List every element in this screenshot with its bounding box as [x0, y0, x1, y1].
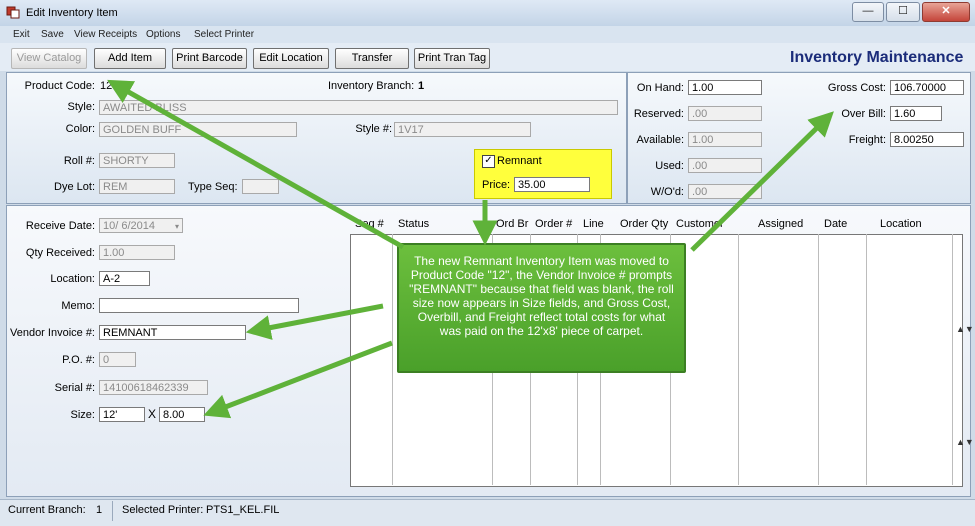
- memo-field[interactable]: [99, 298, 299, 313]
- wod-label: W/O'd:: [650, 186, 684, 198]
- column-header-order-qty[interactable]: Order Qty: [620, 218, 668, 230]
- size-length-field[interactable]: 8.00: [159, 407, 205, 422]
- size-separator: X: [148, 407, 157, 421]
- reserved-field[interactable]: .00: [688, 106, 762, 121]
- print-tran-tag-button[interactable]: Print Tran Tag: [414, 48, 490, 69]
- roll-label: Roll #:: [63, 155, 95, 167]
- column-header-location[interactable]: Location: [880, 218, 922, 230]
- print-barcode-button[interactable]: Print Barcode: [172, 48, 247, 69]
- inventory-branch-value: 1: [418, 80, 425, 92]
- price-field[interactable]: 35.00: [514, 177, 590, 192]
- grid-divider: [866, 234, 867, 485]
- grid-divider: [738, 234, 739, 485]
- view-catalog-button[interactable]: View Catalog: [11, 48, 87, 69]
- add-item-button[interactable]: Add Item: [94, 48, 166, 69]
- available-label: Available:: [636, 134, 685, 146]
- serial-field[interactable]: 14100618462339: [99, 380, 208, 395]
- size-label: Size:: [70, 409, 95, 421]
- scroll-down-icon[interactable]: ▲▼: [956, 437, 974, 447]
- menu-options[interactable]: Options: [146, 29, 180, 40]
- on-hand-label: On Hand:: [636, 82, 684, 94]
- qty-received-label: Qty Received:: [25, 247, 95, 259]
- edit-location-button[interactable]: Edit Location: [253, 48, 329, 69]
- dye-lot-field[interactable]: REM: [99, 179, 175, 194]
- vendor-invoice-field[interactable]: REMNANT: [99, 325, 246, 340]
- product-code-value: 12: [100, 80, 113, 92]
- memo-label: Memo:: [61, 300, 95, 312]
- grid-divider: [818, 234, 819, 485]
- transfer-button[interactable]: Transfer: [335, 48, 409, 69]
- used-field[interactable]: .00: [688, 158, 762, 173]
- receive-date-value: 10/ 6/2014: [103, 220, 155, 232]
- maximize-button[interactable]: ☐: [886, 2, 920, 22]
- freight-field[interactable]: 8.00250: [890, 132, 964, 147]
- menu-view-receipts[interactable]: View Receipts: [74, 29, 137, 40]
- type-seq-label: Type Seq:: [188, 181, 238, 193]
- style-field[interactable]: AWAITED BLISS: [99, 100, 618, 115]
- vendor-invoice-label: Vendor Invoice #:: [9, 327, 95, 339]
- grid-divider: [952, 234, 953, 485]
- menu-save[interactable]: Save: [41, 29, 64, 40]
- selected-printer-value: PTS1_KEL.FIL: [206, 504, 280, 516]
- po-field[interactable]: 0: [99, 352, 136, 367]
- available-field[interactable]: 1.00: [688, 132, 762, 147]
- dropdown-arrow-icon[interactable]: ▾: [175, 219, 179, 232]
- column-header-customer[interactable]: Customer: [676, 218, 724, 230]
- location-label: Location:: [50, 273, 95, 285]
- app-icon: [6, 6, 20, 19]
- inventory-branch-label: Inventory Branch:: [328, 80, 415, 92]
- current-branch-value: 1: [96, 504, 103, 516]
- po-label: P.O. #:: [62, 354, 95, 366]
- color-field[interactable]: GOLDEN BUFF: [99, 122, 297, 137]
- window-title: Edit Inventory Item: [26, 7, 118, 19]
- receive-date-field[interactable]: 10/ 6/2014 ▾: [99, 218, 183, 233]
- page-title: Inventory Maintenance: [790, 49, 964, 66]
- product-code-label: Product Code:: [24, 80, 95, 92]
- gross-cost-field[interactable]: 106.70000: [890, 80, 964, 95]
- remnant-checkbox[interactable]: ✓: [482, 155, 495, 168]
- qty-received-field[interactable]: 1.00: [99, 245, 175, 260]
- reserved-label: Reserved:: [633, 108, 684, 120]
- annotation-callout: The new Remnant Inventory Item was moved…: [397, 243, 686, 373]
- column-header-order-number[interactable]: Order #: [535, 218, 572, 230]
- over-bill-label: Over Bill:: [841, 108, 886, 120]
- column-header-line[interactable]: Line: [583, 218, 604, 230]
- roll-field[interactable]: SHORTY: [99, 153, 175, 168]
- location-field[interactable]: A-2: [99, 271, 150, 286]
- minimize-button[interactable]: —: [852, 2, 884, 22]
- column-header-date[interactable]: Date: [824, 218, 847, 230]
- style-number-label: Style #:: [355, 123, 392, 135]
- gross-cost-label: Gross Cost:: [827, 82, 886, 94]
- column-header-seq[interactable]: Seq #: [355, 218, 384, 230]
- scroll-up-icon[interactable]: ▲▼: [956, 324, 974, 334]
- selected-printer-label: Selected Printer:: [122, 504, 204, 516]
- type-seq-field[interactable]: [242, 179, 279, 194]
- price-label: Price:: [482, 179, 511, 191]
- freight-label: Freight:: [848, 134, 886, 146]
- grid-divider: [392, 234, 393, 485]
- style-number-field[interactable]: 1V17: [394, 122, 531, 137]
- receive-date-label: Receive Date:: [25, 220, 95, 232]
- column-header-ord-br[interactable]: Ord Br: [496, 218, 528, 230]
- current-branch-label: Current Branch:: [8, 504, 86, 516]
- style-label: Style:: [67, 101, 95, 113]
- column-header-status[interactable]: Status: [398, 218, 429, 230]
- remnant-label: Remnant: [497, 155, 542, 167]
- on-hand-field[interactable]: 1.00: [688, 80, 762, 95]
- wod-field[interactable]: .00: [688, 184, 762, 199]
- size-width-field[interactable]: 12': [99, 407, 145, 422]
- close-button[interactable]: ✕: [922, 2, 970, 22]
- title-bar: [0, 0, 975, 27]
- used-label: Used:: [655, 160, 684, 172]
- menu-select-printer[interactable]: Select Printer: [194, 29, 254, 40]
- dye-lot-label: Dye Lot:: [54, 181, 95, 193]
- color-label: Color:: [65, 123, 95, 135]
- over-bill-field[interactable]: 1.60: [890, 106, 942, 121]
- status-divider: [112, 501, 113, 521]
- menu-exit[interactable]: Exit: [13, 29, 30, 40]
- column-header-assigned[interactable]: Assigned: [758, 218, 803, 230]
- serial-label: Serial #:: [54, 382, 95, 394]
